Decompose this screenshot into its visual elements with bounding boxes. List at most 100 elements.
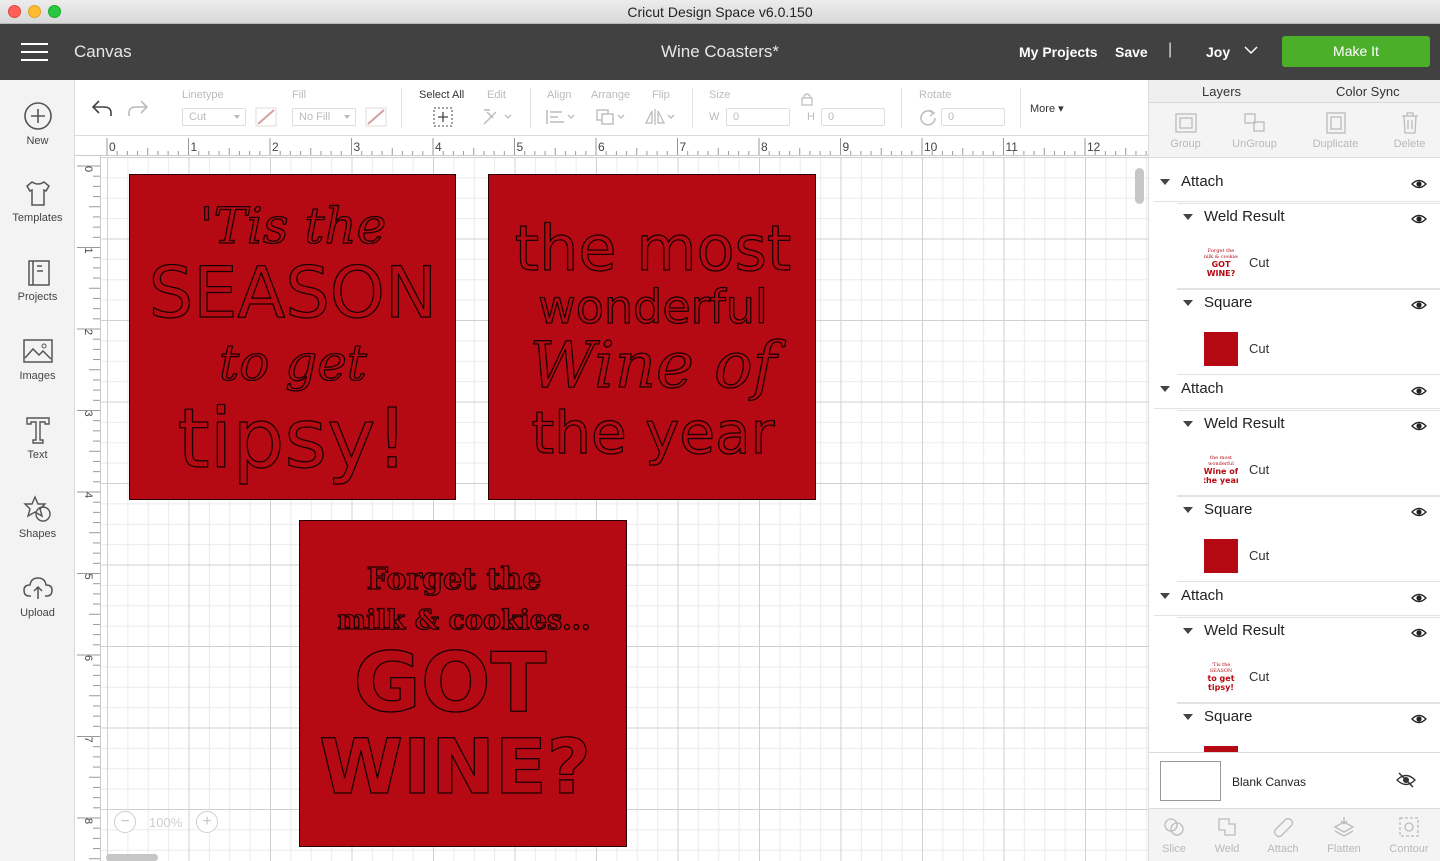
edit-icon[interactable] <box>481 107 515 127</box>
contour-button[interactable]: Contour <box>1380 809 1438 855</box>
image-icon <box>22 339 53 363</box>
linetype-select[interactable]: Cut <box>182 108 246 126</box>
layer-item-row[interactable]: the most wonderful Wine of the year Cut <box>1149 445 1440 496</box>
layer-sub-row[interactable]: Square <box>1149 289 1440 323</box>
layer-sub-row[interactable]: Weld Result <box>1149 617 1440 651</box>
ruler-label: 0 <box>82 166 94 172</box>
layer-item-row[interactable]: Cut <box>1149 324 1440 375</box>
rotate-icon[interactable] <box>919 108 937 126</box>
more-button[interactable]: More ▾ <box>1030 102 1064 115</box>
make-it-button[interactable]: Make It <box>1282 36 1430 67</box>
expand-caret-icon[interactable] <box>1183 421 1193 427</box>
fill-select[interactable]: No Fill <box>292 108 356 126</box>
ruler-label: 1 <box>191 140 198 154</box>
canvas-vertical-scrollbar[interactable] <box>1135 168 1144 204</box>
eye-icon[interactable] <box>1411 384 1427 402</box>
flip-icon[interactable] <box>644 107 678 127</box>
coaster-got-wine[interactable]: Forget the milk & cookies... GOT WINE? <box>299 520 627 847</box>
select-all-icon[interactable] <box>432 106 454 128</box>
expand-caret-icon[interactable] <box>1183 300 1193 306</box>
width-input[interactable]: 0 <box>726 108 790 126</box>
eye-icon[interactable] <box>1411 419 1427 437</box>
delete-label: Delete <box>1393 138 1426 150</box>
zoom-out-button[interactable]: − <box>114 811 136 833</box>
fill-color-swatch[interactable] <box>365 107 387 127</box>
layer-sub-row[interactable]: Square <box>1149 703 1440 737</box>
ruler-label: 1 <box>82 247 94 253</box>
nav-templates[interactable]: Templates <box>0 178 75 224</box>
eye-icon[interactable] <box>1411 712 1427 730</box>
tab-layers[interactable]: Layers <box>1202 84 1241 99</box>
expand-caret-icon[interactable] <box>1160 386 1170 392</box>
weld-icon <box>1218 818 1236 836</box>
slice-button[interactable]: Slice <box>1145 809 1203 855</box>
eye-icon[interactable] <box>1411 591 1427 609</box>
flatten-button[interactable]: Flatten <box>1315 809 1373 855</box>
my-projects-link[interactable]: My Projects <box>1019 44 1098 60</box>
ungroup-button[interactable]: UnGroup <box>1218 103 1291 158</box>
lock-icon[interactable] <box>801 92 813 106</box>
user-menu[interactable]: Joy <box>1206 44 1230 60</box>
canvas-horizontal-scrollbar[interactable] <box>106 854 158 861</box>
expand-caret-icon[interactable] <box>1183 214 1193 220</box>
thumb-line: WINE? <box>1207 269 1236 278</box>
layer-name: Weld Result <box>1204 415 1285 432</box>
duplicate-button[interactable]: Duplicate <box>1299 103 1372 158</box>
layer-group-row[interactable]: Attach <box>1149 375 1440 409</box>
layer-group-row[interactable]: Attach <box>1149 168 1440 202</box>
expand-caret-icon[interactable] <box>1160 593 1170 599</box>
layer-sub-row[interactable]: Square <box>1149 496 1440 530</box>
coaster-tis-the-season[interactable]: 'Tis the SEASON to get tipsy! <box>129 174 456 500</box>
expand-caret-icon[interactable] <box>1183 507 1193 513</box>
nav-projects[interactable]: Projects <box>0 257 75 303</box>
coaster-2-line-4: the year <box>531 399 774 467</box>
rotate-value: 0 <box>948 111 955 123</box>
arrange-icon[interactable] <box>594 107 628 127</box>
expand-caret-icon[interactable] <box>1183 628 1193 634</box>
align-icon[interactable] <box>544 107 578 127</box>
eye-icon[interactable] <box>1411 505 1427 523</box>
layer-item-row[interactable]: 'Tis the SEASON to get tipsy! Cut <box>1149 652 1440 703</box>
menu-icon[interactable] <box>21 43 48 61</box>
eye-hidden-icon[interactable] <box>1396 772 1416 788</box>
design-canvas[interactable]: 'Tis the SEASON to get tipsy! the most w… <box>101 157 1148 861</box>
ungroup-icon <box>1243 113 1265 132</box>
group-button[interactable]: Group <box>1149 103 1222 158</box>
undo-icon[interactable] <box>91 98 113 118</box>
toolbar-divider <box>530 88 531 128</box>
layer-sub-row[interactable]: Weld Result <box>1149 203 1440 237</box>
nav-upload[interactable]: Upload <box>0 573 75 619</box>
height-input[interactable]: 0 <box>821 108 885 126</box>
layer-item-row[interactable]: Forget the milk & cookies GOT WINE? Cut <box>1149 238 1440 289</box>
redo-icon[interactable] <box>127 98 149 118</box>
window-title: Cricut Design Space v6.0.150 <box>627 4 813 20</box>
linetype-color-swatch[interactable] <box>255 107 277 127</box>
chevron-down-icon[interactable] <box>1244 43 1258 57</box>
attach-button[interactable]: Attach <box>1254 809 1312 855</box>
tab-color-sync[interactable]: Color Sync <box>1336 84 1400 99</box>
nav-text[interactable]: Text <box>0 415 75 461</box>
zoom-in-button[interactable]: + <box>196 811 218 833</box>
blank-canvas-row[interactable]: Blank Canvas <box>1149 752 1440 808</box>
ruler-label: 11 <box>1006 140 1019 154</box>
eye-icon[interactable] <box>1411 177 1427 195</box>
layer-item-row[interactable]: Cut <box>1149 531 1440 582</box>
coaster-most-wonderful[interactable]: the most wonderful Wine of the year <box>488 174 816 500</box>
nav-new[interactable]: New <box>0 101 75 147</box>
coaster-1-line-1: 'Tis the <box>200 197 387 255</box>
rotate-input[interactable]: 0 <box>941 108 1005 126</box>
eye-icon[interactable] <box>1411 626 1427 644</box>
save-link[interactable]: Save <box>1115 44 1148 60</box>
nav-shapes[interactable]: Shapes <box>0 494 75 540</box>
layer-sub-row[interactable]: Weld Result <box>1149 410 1440 444</box>
eye-icon[interactable] <box>1411 212 1427 230</box>
coaster-1-line-3: to get <box>219 334 368 392</box>
delete-button[interactable]: Delete <box>1373 103 1440 158</box>
weld-button[interactable]: Weld <box>1198 809 1256 855</box>
expand-caret-icon[interactable] <box>1160 179 1170 185</box>
expand-caret-icon[interactable] <box>1183 714 1193 720</box>
select-all-label: Select All <box>419 89 465 101</box>
eye-icon[interactable] <box>1411 298 1427 316</box>
nav-images[interactable]: Images <box>0 336 75 382</box>
layer-group-row[interactable]: Attach <box>1149 582 1440 616</box>
